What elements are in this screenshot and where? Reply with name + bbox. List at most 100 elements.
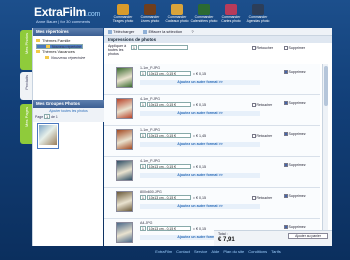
photo-row: 800x600.JPG 1 10x13 cm - 0,15 € = € 0,15 Aj… [104,188,320,219]
nav-item-gift[interactable]: Commander Cadeaux photo [162,2,192,23]
photo-options: 1 10x13 cm - 0,15 € = € 0,15 [140,102,206,107]
add-all-photos-link[interactable]: Ajouter toutes les photos [35,109,102,113]
photo-row: 4-1m_P.JPG 1 10x13 cm - 0,15 € = € 0,15 Ajo… [104,95,320,126]
page-select[interactable]: 1 [44,114,51,119]
apply-all-retouch[interactable]: Retoucher [252,46,273,50]
quantity-select[interactable]: 1 [140,102,146,107]
add-format-link[interactable]: Ajoutez un autre format >> [140,173,260,178]
footer-link[interactable]: Plan du site [223,249,244,254]
nav-item-card[interactable]: Commander Cartes photo [216,2,246,23]
scrollbar[interactable] [322,64,328,242]
apply-all-delete[interactable]: Supprimer [284,46,305,50]
folder-item[interactable]: Nouveau répertoire [36,55,100,61]
photo-image[interactable] [116,67,133,88]
footer-link[interactable]: Contact [176,249,190,254]
footer-link[interactable]: ExtraFilm [155,249,172,254]
add-format-link[interactable]: Ajoutez un autre format >> [140,204,260,209]
photo-price: = € 0,15 [192,196,206,200]
nav-item-agenda[interactable]: Commander Agendas photo [243,2,273,23]
format-select[interactable]: 10x13 cm - 0,15 € [146,226,191,231]
clear-selection-button[interactable]: Effacer la sélection [143,29,182,34]
quantity-select[interactable]: 1 [140,71,146,76]
scrollbar-thumb[interactable] [324,66,328,106]
footer-link[interactable]: Service [194,249,207,254]
format-select[interactable]: 10x13 cm - 0,15 € [146,195,191,200]
quantity-select[interactable]: 1 [140,226,146,231]
delete-checkbox[interactable]: Supprimez [284,163,306,167]
add-to-cart-button[interactable]: Ajouter au panier [288,233,328,239]
gift-icon [171,4,183,15]
section-title: Impressions de photos [104,36,332,43]
folder-icon [46,45,50,48]
quantity-select[interactable]: 1 [140,195,146,200]
photo-image[interactable] [116,160,133,181]
footer-link[interactable]: Aide [211,249,219,254]
folder-icon [36,50,40,53]
nav-sublabel: Livres photo [140,18,160,23]
apply-all-label: Appliquer à toutes les photos [108,44,127,56]
download-button[interactable]: Télécharger [108,29,134,34]
nav-item-photo-print[interactable]: Commander Tirages photo [108,2,138,23]
help-button[interactable]: ? [191,29,193,34]
photo-book-icon [144,4,156,15]
photo-price: = € 0,15 [192,103,206,107]
retouch-checkbox[interactable]: Retoucher [252,103,272,107]
nav-sublabel: Tirages photo [112,18,134,23]
gallery-header: Mes Groupes Photos [33,100,104,108]
folder-icon [36,39,40,42]
delete-checkbox[interactable]: Supprimez [284,225,306,229]
app-window: ExtraFilm.com Anne Bauer | for 30 commen… [0,0,350,260]
photo-tools: Ajouter toutes les photos Page 1 de 1 [33,108,104,122]
photo-filename: 1-1m_P.JPG [140,66,161,70]
download-icon [108,29,112,34]
photo-price: = € 0,15 [192,72,206,76]
add-format-link[interactable]: Ajoutez un autre format >> [140,111,260,116]
photo-options: 1 10x13 cm - 0,15 € = € 0,15 [140,71,206,76]
photo-image[interactable] [116,98,133,119]
footer-link[interactable]: Tarifs [271,249,281,254]
photo-filename: 1-1m_P.JPG [140,128,161,132]
total-label: Total : [218,232,228,236]
format-select[interactable]: 10x13 cm - 0,15 € [146,71,191,76]
brand-logo[interactable]: ExtraFilm.com [34,5,100,19]
delete-checkbox[interactable]: Supprimez [284,70,306,74]
retouch-checkbox[interactable]: Retoucher [252,196,272,200]
tab-produits[interactable]: Produits [20,72,32,100]
quantity-select[interactable]: 1 [140,133,146,138]
add-format-link[interactable]: Ajoutez un autre format >> [140,80,260,85]
photo-filename: 4-1m_P.JPG [140,97,161,101]
format-select[interactable]: 10x13 cm - 0,15 € [146,133,191,138]
toolbar: Télécharger Effacer la sélection ? [104,28,332,36]
delete-checkbox[interactable]: Supprimez [284,101,306,105]
format-select[interactable]: 10x13 cm - 0,15 € [146,164,191,169]
tab-mes-pages[interactable]: Mes Pages [20,104,32,144]
footer-link[interactable]: Conditions [248,249,267,254]
format-select[interactable]: 10x13 cm - 0,15 € [146,102,191,107]
clear-icon [143,29,148,34]
apply-all-qty[interactable]: 1 [131,45,137,50]
delete-checkbox[interactable]: Supprimez [284,194,306,198]
photo-row: 1-1m_P.JPG 1 10x13 cm - 0,15 € = € 1,45 Ajo… [104,126,320,157]
nav-item-photo-book[interactable]: Commander Livres photo [135,2,165,23]
tab-mes-photos[interactable]: Mes Photos [20,30,32,70]
add-format-link[interactable]: Ajoutez un autre format >> [140,142,260,147]
apply-all-format[interactable] [137,45,188,50]
nav-item-calendar[interactable]: Commander Calendriers photo [189,2,219,23]
photo-list: 1-1m_P.JPG 1 10x13 cm - 0,15 € = € 0,15 Ajo… [104,64,320,246]
photo-price: = € 0,15 [192,227,206,231]
folder-label: Thèmes Famille [42,38,71,43]
photo-image[interactable] [116,129,133,150]
delete-checkbox[interactable]: Supprimez [284,132,306,136]
delete-label: Supprimez [288,163,306,167]
retouch-label: Retoucher [256,196,273,200]
retouch-checkbox[interactable]: Retoucher [252,134,272,138]
photo-image[interactable] [116,191,133,212]
nav-sublabel: Agendas photo [246,18,270,23]
quantity-select[interactable]: 1 [140,164,146,169]
footer-links: ExtraFilm Contact Service Aide Plan du site C… [104,249,332,254]
photo-thumbnail[interactable] [37,123,59,149]
photo-image[interactable] [116,222,133,243]
card-icon [225,4,237,15]
folders-header: Mes répertoires [33,28,103,36]
folder-icon [45,56,49,59]
